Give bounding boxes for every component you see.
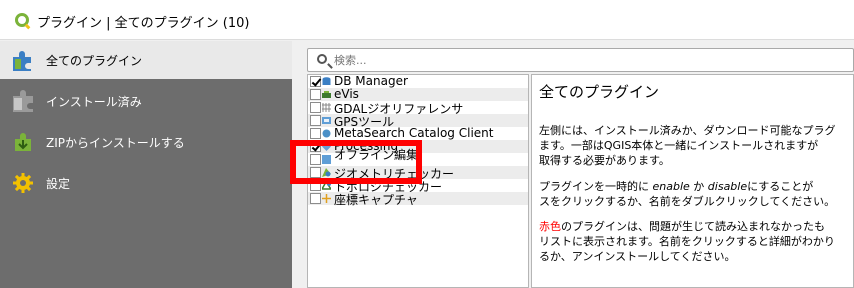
sidebar-item-install-zip[interactable]: ZIPからインストールする bbox=[0, 123, 292, 161]
plugin-checkbox[interactable] bbox=[310, 128, 321, 139]
search-input[interactable] bbox=[334, 51, 834, 69]
description-heading: 全てのプラグイン bbox=[539, 83, 660, 101]
qgis-logo-icon bbox=[15, 13, 29, 27]
plugin-checkbox[interactable] bbox=[310, 89, 321, 100]
description-text: スをクリックするか、名前をダブルクリックしてください。 bbox=[539, 195, 836, 208]
search-icon bbox=[317, 54, 327, 64]
search-box bbox=[307, 48, 854, 72]
georeferencer-icon bbox=[322, 103, 331, 112]
metasearch-icon bbox=[322, 129, 331, 138]
sidebar: 全てのプラグイン インストール済み ZIPからインストールする 設定 bbox=[0, 41, 292, 288]
plugin-name: MetaSearch Catalog Client bbox=[334, 126, 494, 140]
sidebar-item-installed[interactable]: インストール済み bbox=[0, 82, 292, 120]
plugin-checkbox[interactable] bbox=[310, 102, 321, 113]
description-text: 左側には、インストール済みか、ダウンロード可能なプラグ bbox=[539, 124, 836, 137]
plugin-name: DB Manager bbox=[334, 74, 408, 88]
database-icon bbox=[322, 77, 331, 85]
plugin-checkbox[interactable] bbox=[310, 76, 321, 87]
plugin-checkbox[interactable] bbox=[310, 115, 321, 126]
title-bar: プラグイン | 全てのプラグイン (10) bbox=[0, 0, 854, 40]
zip-install-icon bbox=[15, 133, 31, 151]
sidebar-item-label: 全てのプラグイン bbox=[46, 54, 143, 68]
evis-icon bbox=[322, 91, 331, 98]
sidebar-item-label: インストール済み bbox=[46, 95, 142, 109]
description-paragraph-2: プラグインを一時的に enable か disableにすることが スをクリック… bbox=[539, 179, 853, 209]
sidebar-item-label: ZIPからインストールする bbox=[46, 136, 185, 150]
sidebar-item-label: 設定 bbox=[46, 177, 71, 191]
plugin-name: 座標キャプチャ bbox=[334, 193, 418, 207]
plugin-row-coordinate-capture[interactable]: 座標キャプチャ bbox=[308, 192, 528, 207]
window-title: プラグイン | 全てのプラグイン (10) bbox=[37, 16, 250, 31]
gear-icon bbox=[13, 173, 33, 193]
description-paragraph-3: 赤色のプラグインは、問題が生じて読み込まれなかったも リストに表示されます。名前… bbox=[539, 219, 853, 264]
puzzle-installed-icon bbox=[13, 90, 33, 112]
description-text: リストに表示されます。名前をクリックすると詳細がわかり bbox=[539, 235, 835, 248]
sidebar-item-all-plugins[interactable]: 全てのプラグイン bbox=[0, 41, 292, 79]
plugin-name: eVis bbox=[334, 87, 359, 101]
description-paragraph-1: 左側には、インストール済みか、ダウンロード可能なプラグ ます。一部はQGIS本体… bbox=[539, 123, 853, 168]
description-text: 取得する必要があります。 bbox=[539, 154, 670, 167]
description-text: ます。一部はQGIS本体と一緒にインストールされますが bbox=[539, 139, 819, 152]
puzzle-icon bbox=[13, 51, 31, 71]
description-text: 赤色のプラグインは、問題が生じて読み込まれなかったも bbox=[539, 220, 825, 233]
gps-icon bbox=[322, 117, 331, 124]
highlight-annotation bbox=[290, 140, 422, 184]
description-text: るか、アンインストールしてください。 bbox=[539, 250, 736, 263]
description-pane: 全てのプラグイン 左側には、インストール済みか、ダウンロード可能なプラグ ます。… bbox=[531, 74, 854, 288]
description-text: プラグインを一時的に enable か disableにすることが bbox=[539, 180, 814, 193]
coordinate-capture-icon bbox=[322, 194, 331, 203]
sidebar-item-settings[interactable]: 設定 bbox=[0, 164, 292, 202]
plugin-checkbox[interactable] bbox=[310, 193, 321, 204]
